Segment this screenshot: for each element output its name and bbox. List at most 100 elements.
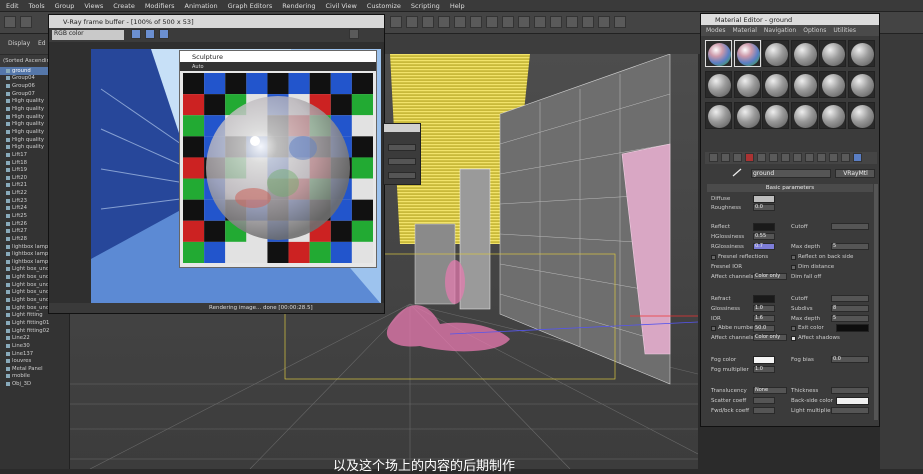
list-item[interactable]: Line137 (0, 350, 69, 358)
select-icon[interactable] (390, 16, 402, 28)
refract-color-swatch[interactable] (753, 295, 775, 303)
layer-icon[interactable] (502, 16, 514, 28)
snap-icon[interactable] (454, 16, 466, 28)
copy-material-icon[interactable] (757, 153, 766, 162)
list-item[interactable]: Line22 (0, 334, 69, 342)
mirror-icon[interactable] (470, 16, 482, 28)
abbe-field[interactable]: 50.0 (753, 325, 775, 332)
light-multiplier-field[interactable] (831, 407, 869, 414)
scatter-coeff-field[interactable] (753, 397, 775, 404)
list-item[interactable]: Line30 (0, 342, 69, 350)
redo-icon[interactable] (20, 16, 32, 28)
list-item[interactable]: Obj_3D (0, 380, 69, 388)
hglossiness-field[interactable]: 0.55 (753, 233, 775, 240)
affect-channels-dropdown[interactable]: Color only (753, 273, 787, 280)
rglossiness-field[interactable]: 0.7 (753, 243, 775, 250)
show-end-icon[interactable] (817, 153, 826, 162)
menu-modifiers[interactable]: Modifiers (145, 2, 175, 10)
menu-views[interactable]: Views (84, 2, 103, 10)
refract-affect-channels-dropdown[interactable]: Color only (753, 334, 787, 341)
red-channel-icon[interactable] (131, 29, 141, 39)
material-slot[interactable] (847, 71, 875, 98)
menu-tools[interactable]: Tools (29, 2, 45, 10)
diffuse-color-swatch[interactable] (753, 195, 775, 203)
active-slot-icon[interactable] (853, 153, 862, 162)
clear-icon[interactable] (349, 29, 359, 39)
menu-navigation[interactable]: Navigation (764, 27, 796, 34)
material-slot[interactable] (705, 71, 732, 98)
menu-utilities[interactable]: Utilities (833, 27, 856, 34)
reflect-color-swatch[interactable] (753, 223, 775, 231)
floating-field-2[interactable] (388, 158, 416, 165)
schematic-icon[interactable] (534, 16, 546, 28)
material-slot[interactable] (733, 40, 761, 67)
eyedropper-icon[interactable] (731, 168, 745, 177)
auto-label[interactable]: Auto (180, 64, 204, 70)
material-slot[interactable] (705, 40, 732, 67)
show-map-icon[interactable] (805, 153, 814, 162)
material-editor-scrollbar[interactable] (874, 184, 878, 420)
assign-material-icon[interactable] (733, 153, 742, 162)
rotate-icon[interactable] (422, 16, 434, 28)
floating-field-3[interactable] (388, 172, 416, 179)
reflect-backside-checkbox[interactable] (791, 255, 796, 260)
material-slot[interactable] (847, 40, 875, 67)
list-item[interactable]: Light fitting02 (0, 327, 69, 335)
material-type-button[interactable]: VRayMtl (835, 169, 875, 178)
menu-material[interactable]: Material (732, 27, 756, 34)
get-material-icon[interactable] (709, 153, 718, 162)
material-slot[interactable] (733, 102, 761, 129)
ior-field[interactable]: 1.6 (753, 315, 775, 322)
menu-rendering[interactable]: Rendering (282, 2, 315, 10)
move-icon[interactable] (406, 16, 418, 28)
material-slot[interactable] (847, 102, 875, 129)
material-slot[interactable] (790, 71, 818, 98)
glossiness-field[interactable]: 1.0 (753, 305, 775, 312)
affect-shadows-checkbox[interactable] (791, 336, 796, 341)
ribbon-tab-display[interactable]: Display (8, 40, 30, 47)
menu-help[interactable]: Help (450, 2, 465, 10)
exit-color-swatch[interactable] (836, 324, 869, 332)
material-slot[interactable] (762, 40, 789, 67)
material-name-field[interactable]: ground (751, 169, 831, 178)
teapot-icon[interactable] (598, 16, 610, 28)
frame-buffer-icon[interactable] (614, 16, 626, 28)
material-slot[interactable] (819, 71, 846, 98)
material-slot[interactable] (733, 71, 761, 98)
render-setup-icon[interactable] (566, 16, 578, 28)
fog-multiplier-field[interactable]: 1.0 (753, 366, 775, 373)
list-item[interactable]: Metal Panel (0, 365, 69, 373)
menu-modes[interactable]: Modes (706, 27, 725, 34)
basic-parameters-header[interactable]: Basic parameters (707, 184, 873, 192)
undo-icon[interactable] (4, 16, 16, 28)
fwd-bck-field[interactable] (753, 407, 775, 414)
floating-field-1[interactable] (388, 144, 416, 151)
exit-color-checkbox[interactable] (791, 326, 796, 331)
material-editor-icon[interactable] (550, 16, 562, 28)
material-slot[interactable] (819, 102, 846, 129)
align-icon[interactable] (486, 16, 498, 28)
material-slot[interactable] (762, 102, 789, 129)
fog-color-swatch[interactable] (753, 356, 775, 364)
reflect-cutoff-field[interactable] (831, 223, 869, 230)
list-item[interactable]: Light fitting01 (0, 319, 69, 327)
blue-channel-icon[interactable] (159, 29, 169, 39)
green-channel-icon[interactable] (145, 29, 155, 39)
go-parent-icon[interactable] (829, 153, 838, 162)
list-item[interactable]: mobile (0, 373, 69, 381)
refract-cutoff-field[interactable] (831, 295, 869, 302)
render-icon[interactable] (582, 16, 594, 28)
menu-animation[interactable]: Animation (185, 2, 218, 10)
fresnel-checkbox[interactable] (711, 255, 716, 260)
material-id-icon[interactable] (793, 153, 802, 162)
max-depth-field[interactable]: 5 (831, 243, 869, 250)
menu-create[interactable]: Create (113, 2, 135, 10)
back-side-color-swatch[interactable] (836, 397, 869, 405)
menu-scripting[interactable]: Scripting (411, 2, 440, 10)
material-slot[interactable] (790, 40, 818, 67)
unique-icon[interactable] (769, 153, 778, 162)
refract-max-depth-field[interactable]: 5 (831, 315, 869, 322)
thickness-field[interactable] (831, 387, 869, 394)
abbe-checkbox[interactable] (711, 326, 716, 331)
menu-edit[interactable]: Edit (6, 2, 19, 10)
